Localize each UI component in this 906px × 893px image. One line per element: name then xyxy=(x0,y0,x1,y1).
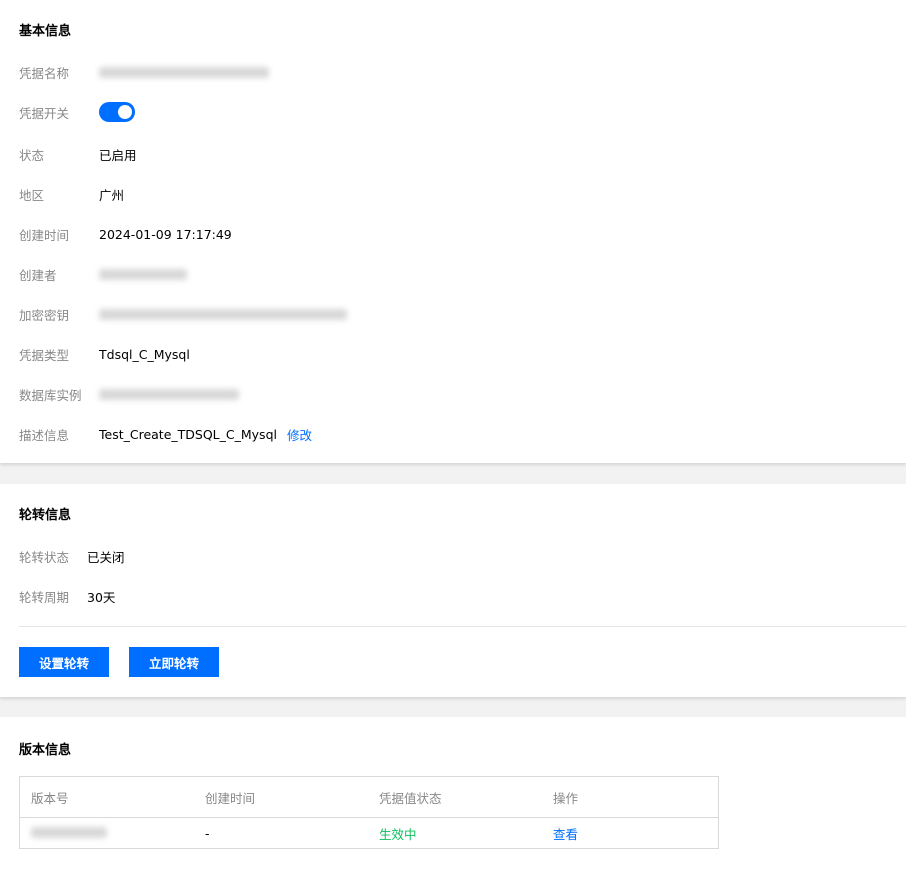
credential-type-label: 凭据类型 xyxy=(19,347,70,363)
kms-key-label: 加密密钥 xyxy=(19,307,70,323)
creator-label: 创建者 xyxy=(19,267,57,283)
rotation-divider xyxy=(19,626,906,627)
column-actions: 操作 xyxy=(553,790,579,806)
kms-key-row: 加密密钥 xyxy=(19,304,347,324)
credential-name-row: 凭据名称 xyxy=(19,62,269,82)
rotation-info-card: 轮转信息 轮转状态 已关闭 轮转周期 30天 设置轮转 立即轮转 xyxy=(0,484,906,697)
rotation-period-label: 轮转周期 xyxy=(19,589,70,605)
created-cell: - xyxy=(205,825,210,841)
basic-info-card: 基本信息 凭据名称 凭据开关 状态 已启用 地区 广州 创建时间 2024-01… xyxy=(0,0,906,463)
region-label: 地区 xyxy=(19,187,45,203)
db-instance-value-redacted xyxy=(99,388,239,400)
table-row: - 生效中 查看 xyxy=(20,818,718,848)
created-time-value: 2024-01-09 17:17:49 xyxy=(99,226,232,242)
version-cell xyxy=(20,826,194,841)
rotation-status-value: 已关闭 xyxy=(87,549,125,565)
version-table: 版本号 创建时间 凭据值状态 操作 - 生效中 查看 xyxy=(19,776,719,849)
credential-name-value-redacted xyxy=(99,66,269,78)
toggle-knob xyxy=(118,105,132,119)
rotate-now-button[interactable]: 立即轮转 xyxy=(129,647,219,677)
column-version: 版本号 xyxy=(31,790,69,806)
description-value: Test_Create_TDSQL_C_Mysql xyxy=(99,426,277,442)
view-link[interactable]: 查看 xyxy=(542,824,718,843)
created-time-row: 创建时间 2024-01-09 17:17:49 xyxy=(19,224,232,244)
description-label: 描述信息 xyxy=(19,427,70,443)
basic-info-title: 基本信息 xyxy=(19,24,72,39)
set-rotation-button[interactable]: 设置轮转 xyxy=(19,647,109,677)
status-cell: 生效中 xyxy=(379,826,417,842)
status-value: 已启用 xyxy=(99,147,137,163)
version-table-header: 版本号 创建时间 凭据值状态 操作 xyxy=(20,777,718,818)
credential-type-value: Tdsql_C_Mysql xyxy=(99,346,190,362)
creator-row: 创建者 xyxy=(19,264,187,284)
db-instance-label: 数据库实例 xyxy=(19,387,82,403)
credential-type-row: 凭据类型 Tdsql_C_Mysql xyxy=(19,344,190,364)
column-credential-status: 凭据值状态 xyxy=(379,790,442,806)
created-time-label: 创建时间 xyxy=(19,227,70,243)
rotation-status-row: 轮转状态 已关闭 xyxy=(19,546,125,566)
column-created-time: 创建时间 xyxy=(205,790,256,806)
credential-switch-toggle[interactable] xyxy=(99,102,135,122)
description-row: 描述信息 Test_Create_TDSQL_C_Mysql 修改 xyxy=(19,424,312,444)
rotation-period-row: 轮转周期 30天 xyxy=(19,586,115,606)
region-row: 地区 广州 xyxy=(19,184,124,204)
edit-description-link[interactable]: 修改 xyxy=(287,425,312,444)
status-row: 状态 已启用 xyxy=(19,144,137,164)
region-value: 广州 xyxy=(99,187,125,203)
version-value-redacted xyxy=(31,826,107,838)
db-instance-row: 数据库实例 xyxy=(19,384,239,404)
creator-value-redacted xyxy=(99,268,187,280)
rotation-info-title: 轮转信息 xyxy=(19,508,72,523)
status-label: 状态 xyxy=(19,147,45,163)
kms-key-value-redacted xyxy=(99,308,347,320)
rotation-period-value: 30天 xyxy=(87,589,116,605)
version-info-card: 版本信息 版本号 创建时间 凭据值状态 操作 - 生效中 查看 xyxy=(0,717,906,893)
credential-switch-row: 凭据开关 xyxy=(19,102,135,122)
rotation-status-label: 轮转状态 xyxy=(19,549,70,565)
credential-name-label: 凭据名称 xyxy=(19,65,70,81)
credential-switch-label: 凭据开关 xyxy=(19,105,70,121)
version-info-title: 版本信息 xyxy=(19,743,72,758)
